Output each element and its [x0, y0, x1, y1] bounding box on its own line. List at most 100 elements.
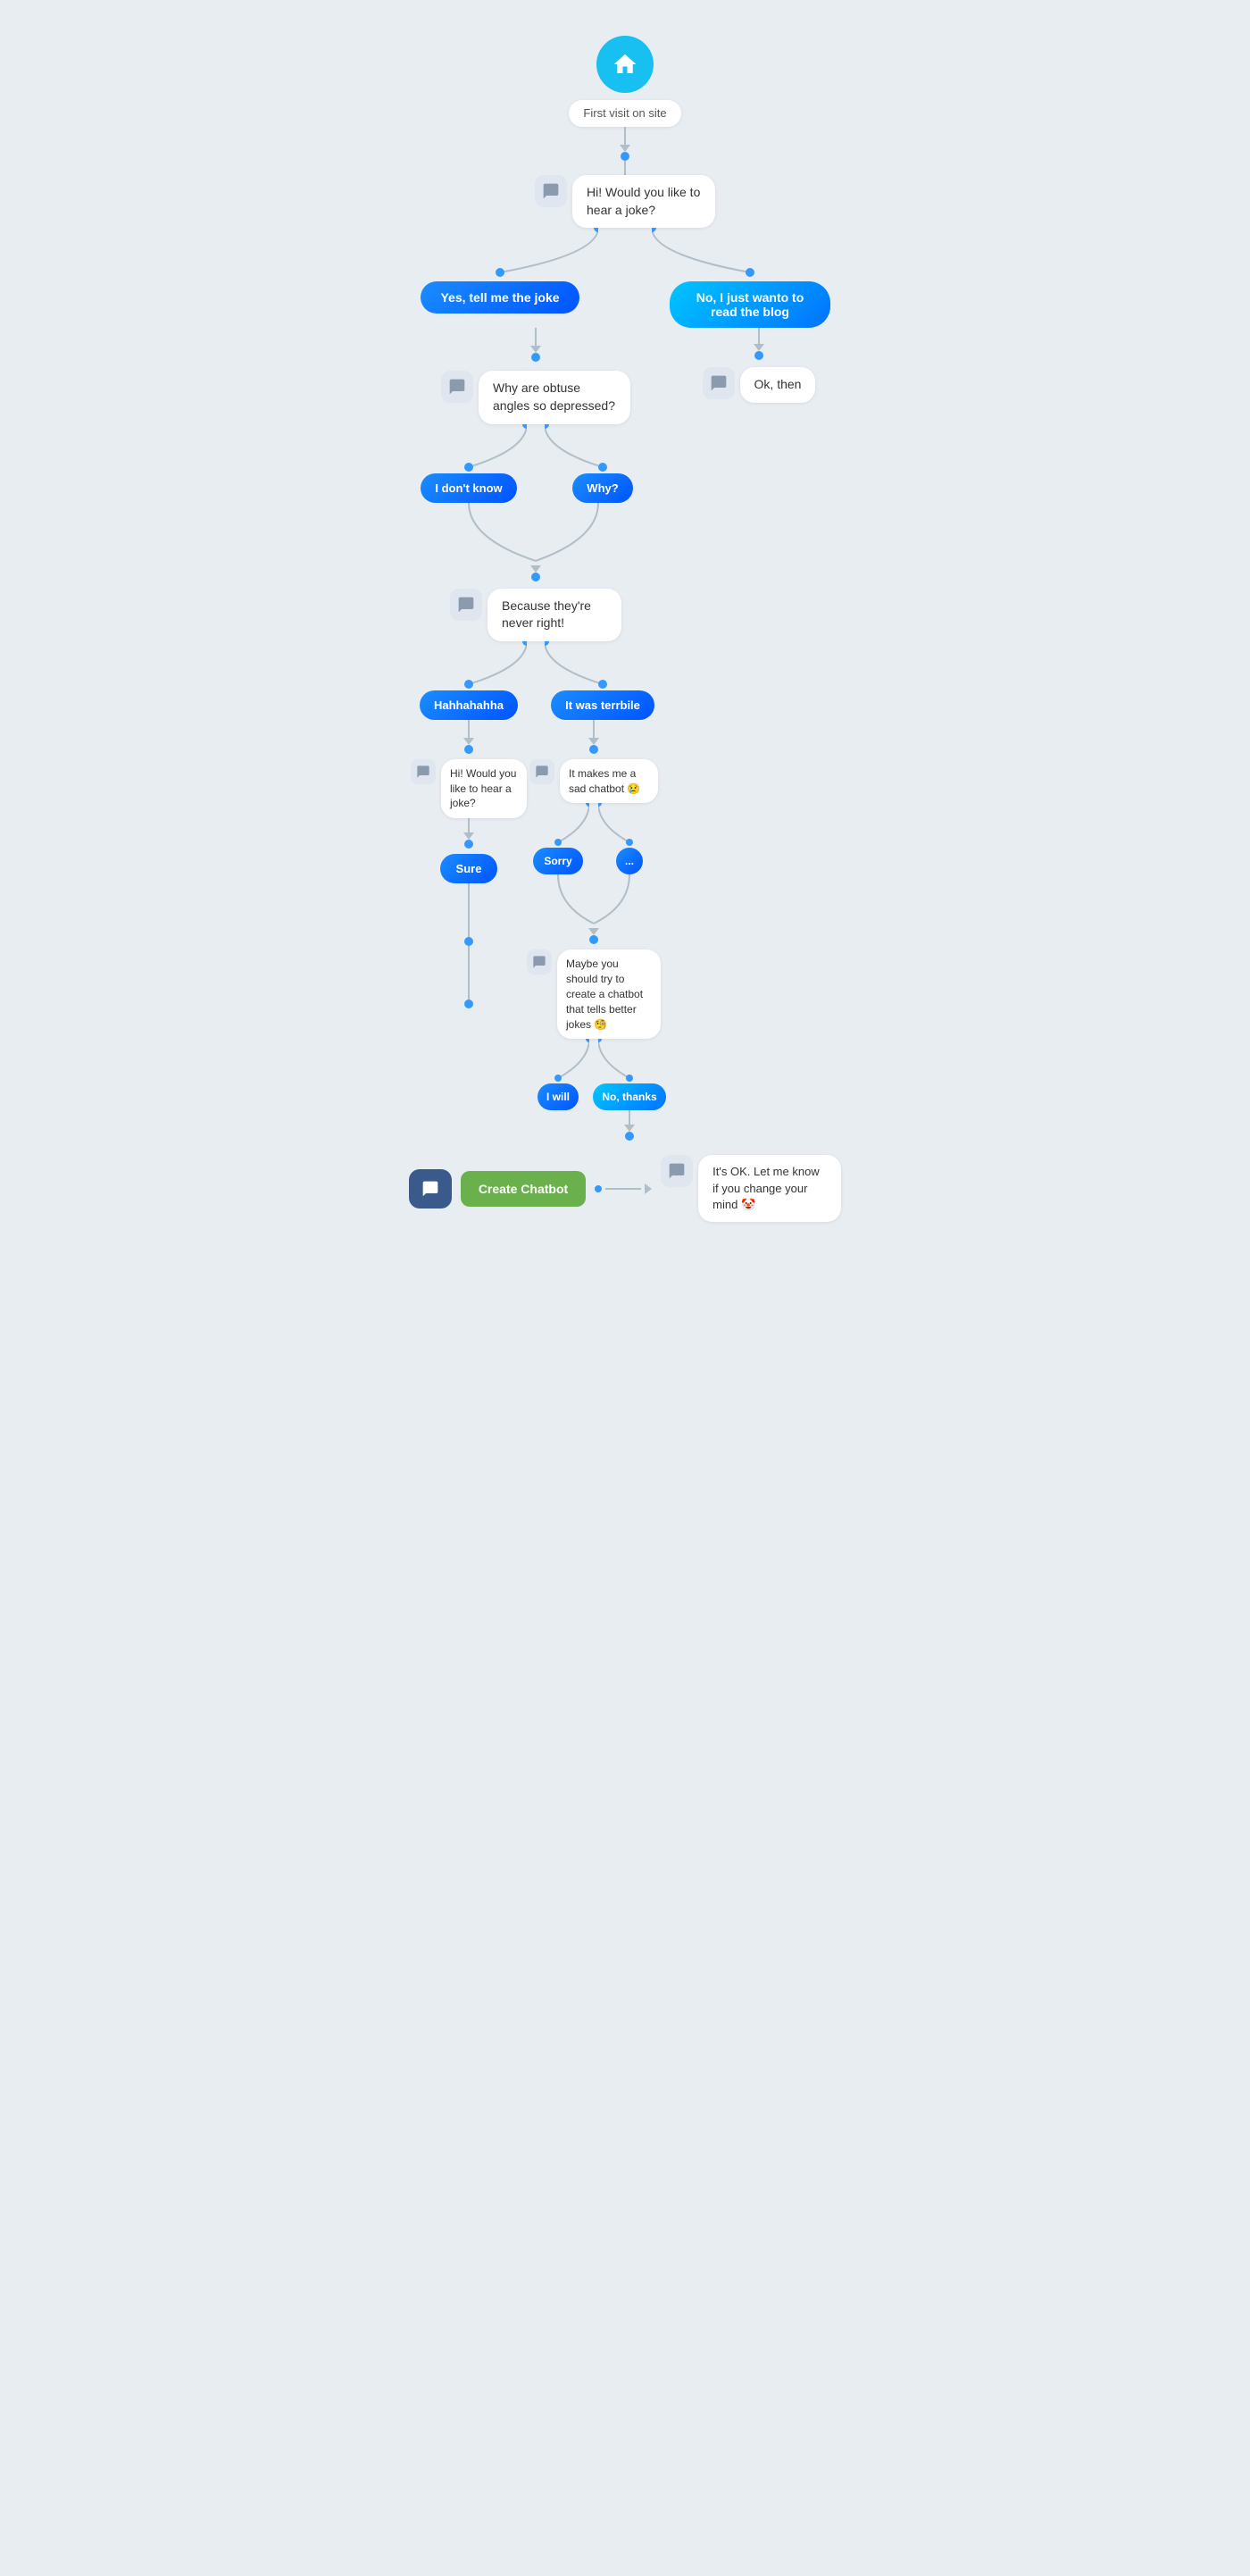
repeat-node: Hi! Would you like to hear a joke? — [411, 759, 527, 818]
yes-button[interactable]: Yes, tell me the joke — [421, 281, 579, 314]
arrow — [530, 565, 541, 573]
connector — [535, 328, 537, 346]
arrow — [624, 1125, 635, 1132]
connector — [468, 883, 470, 937]
connector — [624, 161, 626, 175]
arrow-left — [645, 1183, 652, 1194]
arrow — [754, 344, 764, 351]
connector — [468, 946, 470, 999]
ellipsis-col: ... — [598, 803, 661, 874]
dot — [754, 351, 763, 360]
flowchart-canvas: First visit on site Hi! Would you like t… — [286, 36, 964, 2505]
nothanks-button[interactable]: No, thanks — [593, 1083, 665, 1110]
because-bubble: Because they're never right! — [488, 589, 621, 641]
iwill-col: I will — [527, 1039, 589, 1110]
sorry-button[interactable]: Sorry — [533, 848, 582, 874]
chat-icon-q2 — [441, 371, 473, 403]
arrow — [463, 832, 474, 840]
chat-icon-okthen — [703, 367, 735, 399]
its-ok-node: It's OK. Let me know if you change your … — [661, 1155, 841, 1222]
dot — [464, 999, 473, 1008]
branch-line-right — [652, 228, 848, 281]
arrow — [588, 928, 599, 935]
nothanks-line — [598, 1039, 661, 1083]
start-node: First visit on site — [569, 36, 680, 127]
sad-node: It makes me a sad chatbot 😢 — [529, 759, 658, 804]
sure-button[interactable]: Sure — [440, 854, 498, 883]
arrow — [588, 738, 599, 745]
ellipsis-line — [598, 803, 661, 848]
why-line — [545, 424, 661, 473]
connector — [629, 1110, 630, 1125]
sorry-line — [527, 803, 589, 848]
two-col-section: Why are obtuse angles so depressed? I do… — [348, 328, 902, 1146]
why-button[interactable]: Why? — [572, 473, 632, 503]
connector — [468, 720, 470, 738]
dont-know-button[interactable]: I don't know — [421, 473, 516, 503]
create-chatbot-col: Create Chatbot It's OK. Let me know if y… — [409, 1155, 841, 1222]
merge-line — [411, 503, 661, 565]
terrible-line — [545, 641, 661, 690]
maybe-bubble: Maybe you should try to create a chatbot… — [557, 949, 661, 1039]
dont-know-col: I don't know — [411, 424, 527, 503]
why-col: Why? — [545, 424, 661, 503]
dot — [464, 840, 473, 849]
h-connector — [605, 1188, 641, 1190]
terrible-button[interactable]: It was terrbile — [551, 690, 654, 720]
q2-node: Why are obtuse angles so depressed? — [441, 371, 630, 423]
ok-then-node: Ok, then — [703, 367, 816, 403]
connector — [468, 818, 470, 832]
dot — [625, 1132, 634, 1141]
dot — [464, 937, 473, 946]
dot — [589, 935, 598, 944]
chat-icon-q1 — [535, 175, 567, 207]
ok-then-bubble: Ok, then — [740, 367, 816, 403]
dot — [464, 745, 473, 754]
repeat-bubble: Hi! Would you like to hear a joke? — [441, 759, 527, 818]
iwill-line — [527, 1039, 589, 1083]
arrow — [620, 145, 630, 152]
home-icon — [596, 36, 654, 93]
no-branch: No, I just wanto to read the blog — [652, 228, 848, 328]
yes-branch: Yes, tell me the joke — [402, 228, 598, 314]
its-ok-bubble: It's OK. Let me know if you change your … — [698, 1155, 841, 1222]
terrible-down: It makes me a sad chatbot 😢 Sorry — [527, 720, 661, 1147]
maybe-node: Maybe you should try to create a chatbot… — [527, 949, 661, 1039]
q1-bubble: Hi! Would you like to hear a joke? — [572, 175, 715, 228]
haha-button[interactable]: Hahhahahha — [420, 690, 518, 720]
dot — [589, 745, 598, 754]
iwill-button[interactable]: I will — [538, 1083, 579, 1110]
chat-icon-itsok — [661, 1155, 693, 1187]
arrow — [530, 346, 541, 353]
no-button[interactable]: No, I just wanto to read the blog — [670, 281, 830, 328]
dot — [531, 573, 540, 581]
chatbot-icon-button[interactable] — [409, 1169, 452, 1209]
dot — [621, 152, 629, 161]
dont-know-line — [411, 424, 527, 473]
sad-bubble: It makes me a sad chatbot 😢 — [560, 759, 658, 804]
connector — [593, 720, 595, 738]
its-ok-col — [598, 1110, 661, 1146]
dot — [531, 353, 540, 362]
chat-icon-sad — [529, 759, 554, 784]
because-node: Because they're never right! — [450, 589, 621, 641]
haha-line — [411, 641, 527, 690]
q1-node: Hi! Would you like to hear a joke? — [535, 175, 715, 228]
chat-icon-repeat — [411, 759, 436, 784]
bottom-row: Create Chatbot It's OK. Let me know if y… — [312, 1155, 938, 1222]
ellipsis-button[interactable]: ... — [616, 848, 643, 874]
haha-down: Hi! Would you like to hear a joke? Sure — [411, 720, 527, 1008]
left-col: Why are obtuse angles so depressed? I do… — [402, 328, 670, 1146]
first-visit-label: First visit on site — [569, 100, 680, 127]
nothanks-col: No, thanks — [598, 1039, 661, 1110]
sorry-col: Sorry — [527, 803, 589, 874]
chat-icon-maybe — [527, 949, 552, 974]
haha-col: Hahhahahha — [411, 641, 527, 720]
arrow — [463, 738, 474, 745]
connector — [624, 127, 626, 145]
create-chatbot-button[interactable]: Create Chatbot — [461, 1171, 586, 1207]
terrible-col: It was terrbile — [545, 641, 661, 720]
q2-bubble: Why are obtuse angles so depressed? — [479, 371, 630, 423]
right-col: Ok, then — [670, 328, 848, 403]
connector — [758, 328, 760, 344]
